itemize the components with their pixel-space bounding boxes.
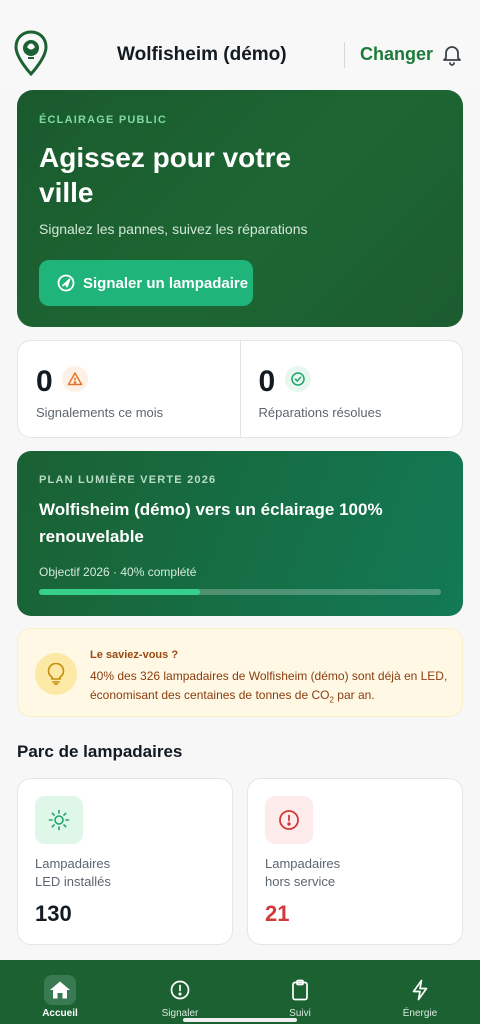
hero-card: ÉCLAIRAGE PUBLIC Agissez pour votre vill… xyxy=(17,90,463,327)
app-header: Wolfisheim (démo) Changer xyxy=(0,0,480,90)
park-card-value: 21 xyxy=(265,901,290,926)
lightbulb-icon xyxy=(35,653,77,695)
tip-title: Le saviez-vous ? xyxy=(90,649,179,661)
nav-label: Énergie xyxy=(402,1008,438,1019)
park-card-out-of-service[interactable]: Lampadaires hors service 21 xyxy=(247,778,463,945)
check-circle-icon xyxy=(284,366,311,392)
did-you-know-card: Le saviez-vous ? 40% des 326 lampadaires… xyxy=(17,628,463,717)
header-divider xyxy=(344,42,345,68)
plan-objective: Objectif 2026 · 40% complété xyxy=(39,565,197,579)
plan-title: Wolfisheim (démo) vers un éclairage 100%… xyxy=(39,500,383,546)
tip-text: 40% des 326 lampadaires de Wolfisheim (d… xyxy=(90,669,448,705)
stat-label: Réparations résolues xyxy=(258,405,382,420)
sun-icon xyxy=(35,796,83,844)
stat-value: 0 xyxy=(36,365,53,398)
nav-energy[interactable]: Énergie xyxy=(360,960,480,1024)
clipboard-icon xyxy=(284,975,316,1005)
alert-circle-icon xyxy=(164,975,196,1005)
warning-icon xyxy=(62,366,88,392)
home-indicator xyxy=(183,1018,297,1022)
stat-value: 0 xyxy=(258,365,276,398)
park-card-label: Lampadaires hors service xyxy=(265,856,341,889)
stat-repairs: 0 Réparations résolues xyxy=(239,341,463,437)
report-lamp-button[interactable]: Signaler un lampadaire xyxy=(39,260,253,306)
green-plan-card[interactable]: PLAN LUMIÈRE VERTE 2026 Wolfisheim (démo… xyxy=(17,451,463,616)
stat-reports: 0 Signalements ce mois xyxy=(18,341,240,437)
plan-progress-fill xyxy=(39,589,200,595)
park-card-value: 130 xyxy=(35,901,72,926)
bell-icon[interactable] xyxy=(440,42,464,66)
bottom-nav: Accueil Signaler Suivi Énergie xyxy=(0,960,480,1024)
park-heading: Parc de lampadaires xyxy=(17,742,183,761)
city-name: Wolfisheim (démo) xyxy=(117,44,287,65)
report-lamp-label: Signaler un lampadaire xyxy=(83,274,249,292)
hero-title: Agissez pour votre ville xyxy=(39,142,292,208)
park-card-label: Lampadaires LED installés xyxy=(35,856,111,889)
stats-card: 0 Signalements ce mois 0 Réparations rés… xyxy=(17,340,463,438)
app-logo-icon xyxy=(14,30,48,76)
stat-label: Signalements ce mois xyxy=(36,405,164,420)
nav-home[interactable]: Accueil xyxy=(0,960,120,1024)
nav-report[interactable]: Signaler xyxy=(120,960,240,1024)
plan-progress-bar xyxy=(39,589,441,595)
park-card-led[interactable]: Lampadaires LED installés 130 xyxy=(17,778,233,945)
home-icon xyxy=(44,975,76,1005)
bolt-icon xyxy=(404,975,436,1005)
navigation-arrow-icon xyxy=(57,274,75,292)
hero-subtitle: Signalez les pannes, suivez les réparati… xyxy=(39,221,308,237)
alert-circle-icon xyxy=(265,796,313,844)
hero-eyebrow: ÉCLAIRAGE PUBLIC xyxy=(39,114,167,126)
change-city-button[interactable]: Changer xyxy=(360,44,433,65)
plan-eyebrow: PLAN LUMIÈRE VERTE 2026 xyxy=(39,474,217,486)
nav-label: Accueil xyxy=(42,1008,78,1019)
nav-tracking[interactable]: Suivi xyxy=(240,960,360,1024)
